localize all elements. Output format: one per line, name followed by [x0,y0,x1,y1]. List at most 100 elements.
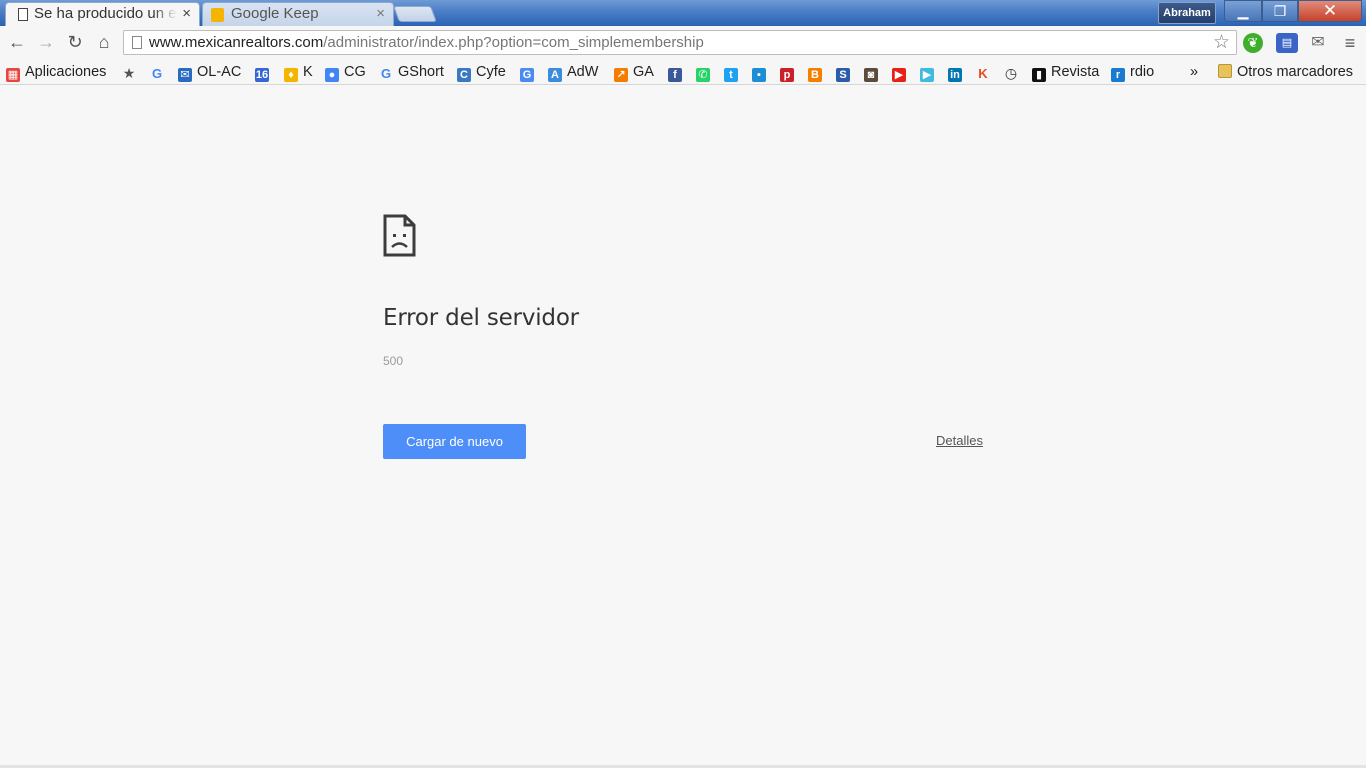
document-icon [18,8,28,21]
bookmark-item[interactable]: f [668,62,682,82]
star-icon: ★ [122,65,136,81]
blogger-icon: B [808,68,822,82]
tab-close-icon[interactable]: × [182,3,191,25]
bookmark-item[interactable]: 16 [255,62,269,82]
bookmark-item[interactable]: ✉ OL-AC [178,62,241,82]
bookmark-item[interactable]: ★ [122,62,136,82]
rdio-icon: r [1111,68,1125,82]
revista-icon: ▮ [1032,68,1046,82]
bookmarks-overflow-button[interactable]: » [1190,62,1198,82]
tweetdeck-icon: ▪ [752,68,766,82]
other-bookmarks-folder[interactable]: Otros marcadores [1218,62,1353,82]
bookmark-label: K [303,64,313,80]
whatsapp-icon: ✆ [696,68,710,82]
bookmark-item[interactable]: ↗ GA [614,62,654,82]
url-host: www.mexicanrealtors.com [149,34,324,51]
bookmark-item[interactable]: r rdio [1111,62,1154,82]
bookmark-item[interactable]: ▦ Aplicaciones [6,62,106,82]
bookmark-label: rdio [1130,64,1155,80]
bookmark-item[interactable]: ▶ [892,62,906,82]
bookmark-label: AdW [567,64,599,80]
minimize-button[interactable]: ▁ [1224,0,1262,22]
keep-icon [211,8,224,22]
shazam-icon: S [836,68,850,82]
bookmark-item[interactable]: t [724,62,738,82]
gmail-checker-icon[interactable]: ✉ [1308,33,1328,53]
calendar-icon: 16 [255,68,269,82]
apps-grid-icon: ▦ [6,68,20,82]
pinterest-icon: p [780,68,794,82]
adwords-icon: A [548,68,562,82]
bookmark-label: CG [344,64,366,80]
profile-button[interactable]: Abraham [1158,2,1216,24]
reload-icon[interactable]: ↻ [64,31,86,53]
bookmark-label: GShort [398,64,444,80]
tab-google-keep[interactable]: Google Keep × [202,2,394,26]
timer-icon: ◷ [1004,65,1018,81]
bookmark-item[interactable]: ▮ Revista [1032,62,1099,82]
bookmark-label: GA [633,64,654,80]
reload-button[interactable]: Cargar de nuevo [383,424,526,459]
chrome-menu-icon[interactable]: ≡ [1340,33,1360,53]
cyfe-icon: C [457,68,471,82]
bookmark-item[interactable]: C Cyfe [457,62,506,82]
bookmarks-bar: » Otros marcadores ▦ Aplicaciones ★ G ✉ OL-AC… [0,59,1366,85]
bookmark-label: Aplicaciones [25,64,107,80]
title-bar: Se ha producido un e × Google Keep × Abr… [0,0,1366,26]
bookmark-label: OL-AC [197,64,242,80]
error-title: Error del servidor [383,305,579,331]
google-icon: G [151,66,163,81]
translate-icon: G [520,68,534,82]
url-path: /administrator/index.php?option=com_simp… [323,34,704,51]
close-window-button[interactable]: ✕ [1298,0,1362,22]
analytics-icon: ↗ [614,68,628,82]
contacts-icon: ● [325,68,339,82]
calendar-extension-icon[interactable]: ▤ [1276,33,1298,53]
bookmark-item[interactable]: ◷ [1004,62,1018,82]
new-tab-button[interactable] [393,6,437,22]
forward-arrow-icon[interactable]: → [35,31,57,53]
bookmark-item[interactable]: B [808,62,822,82]
bookmark-item[interactable]: G [150,62,164,82]
keep-icon: ♦ [284,68,298,82]
maximize-button[interactable]: ❐ [1262,0,1298,22]
back-arrow-icon[interactable]: ← [6,31,28,53]
google-icon: G [380,66,392,81]
evernote-extension-icon[interactable]: ❦ [1243,33,1263,53]
bookmark-item[interactable]: in [948,62,962,82]
folder-icon [1218,64,1232,78]
bookmark-item[interactable]: G [520,62,534,82]
bookmark-item[interactable]: ● CG [325,62,366,82]
page-info-icon[interactable] [132,36,142,49]
bookmark-star-icon[interactable]: ☆ [1213,31,1230,54]
linkedin-icon: in [948,68,962,82]
bookmark-label: Cyfe [476,64,506,80]
home-icon[interactable]: ⌂ [93,31,115,53]
details-link[interactable]: Detalles [936,433,983,448]
sad-page-icon [383,214,416,257]
klout-icon: K [978,66,988,81]
address-bar[interactable]: www.mexicanrealtors.com/administrator/in… [123,30,1237,55]
play-icon: ▶ [920,68,934,82]
youtube-icon: ▶ [892,68,906,82]
bookmark-item[interactable]: p [780,62,794,82]
browser-toolbar: ← → ↻ ⌂ www.mexicanrealtors.com/administ… [0,26,1366,59]
bookmark-item[interactable]: ◙ [864,62,878,82]
bookmark-item[interactable]: K [976,62,990,82]
bookmark-label: Otros marcadores [1237,64,1354,80]
bookmark-item[interactable]: A AdW [548,62,598,82]
bookmark-item[interactable]: ▪ [752,62,766,82]
bookmark-item[interactable]: S [836,62,850,82]
tab-error-page[interactable]: Se ha producido un e × [5,2,200,26]
twitter-icon: t [724,68,738,82]
error-code: 500 [383,354,404,368]
tab-close-icon[interactable]: × [376,3,385,25]
bookmark-item[interactable]: ✆ [696,62,710,82]
bookmark-item[interactable]: G GShort [379,62,444,82]
tab-label: Google Keep [231,5,319,22]
bookmark-item[interactable]: ♦ K [284,62,313,82]
mail-icon: ✉ [178,68,192,82]
bookmark-item[interactable]: ▶ [920,62,934,82]
facebook-icon: f [668,68,682,82]
bookmark-label: Revista [1051,64,1100,80]
